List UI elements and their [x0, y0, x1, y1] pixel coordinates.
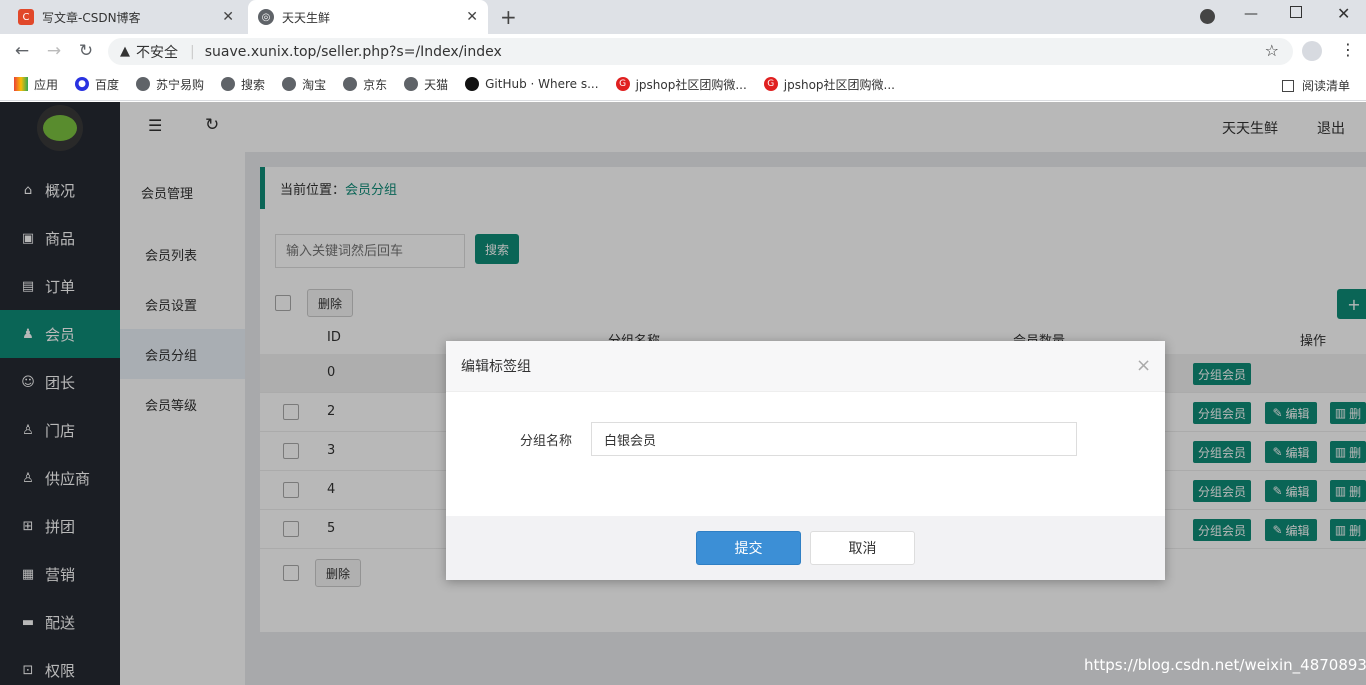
close-tab-icon[interactable]: ✕	[466, 9, 478, 25]
group-name-input[interactable]	[591, 422, 1077, 456]
star-icon[interactable]: ☆	[1265, 41, 1279, 60]
baidu-icon: ●	[75, 77, 90, 91]
bookmark-apps[interactable]: 应用	[14, 76, 58, 93]
watermark: https://blog.csdn.net/weixin_48708934	[1084, 656, 1366, 674]
url-text: suave.xunix.top/seller.php?s=/Index/inde…	[204, 43, 502, 60]
browser-toolbar: ← → ↻ ▲ 不安全 | suave.xunix.top/seller.php…	[0, 34, 1366, 68]
bookmark-suning[interactable]: 苏宁易购	[136, 76, 204, 93]
globe-icon: ◎	[258, 9, 274, 25]
dialog-footer: 提交 取消	[446, 516, 1165, 580]
globe-icon	[136, 77, 151, 91]
avatar[interactable]	[1302, 41, 1322, 61]
back-arrow-icon[interactable]: ←	[8, 34, 36, 68]
close-tab-icon[interactable]: ✕	[222, 9, 234, 25]
jpshop-icon: G	[763, 77, 778, 91]
close-window-icon[interactable]: ✕	[1337, 4, 1350, 23]
profile-menu-icon[interactable]	[1200, 9, 1215, 24]
bookmark-github[interactable]: GitHub · Where s...	[465, 77, 599, 91]
warning-icon: ▲	[120, 44, 130, 59]
browser-tab-bar: C 写文章-CSDN博客 ✕ ◎ 天天生鲜 ✕ + — ✕	[0, 0, 1366, 34]
tab-title: 天天生鲜	[282, 10, 331, 25]
dialog-title: 编辑标签组	[461, 359, 531, 375]
cancel-button[interactable]: 取消	[810, 531, 915, 565]
reload-icon[interactable]: ↻	[72, 34, 100, 68]
tab-title: 写文章-CSDN博客	[42, 10, 141, 25]
dialog-header: 编辑标签组	[446, 341, 1165, 392]
forward-arrow-icon[interactable]: →	[40, 34, 68, 68]
more-vertical-icon[interactable]: ⋮	[1340, 40, 1356, 59]
restore-icon[interactable]	[1290, 6, 1302, 18]
bookmark-jpshop-2[interactable]: Gjpshop社区团购微...	[763, 76, 895, 93]
globe-icon	[221, 77, 236, 91]
bookmark-jpshop-1[interactable]: Gjpshop社区团购微...	[615, 76, 747, 93]
bookmark-taobao[interactable]: 淘宝	[282, 76, 326, 93]
jpshop-icon: G	[615, 77, 630, 91]
globe-icon	[343, 77, 358, 91]
edit-tag-group-dialog: 编辑标签组 × 分组名称 提交 取消	[446, 341, 1165, 580]
minimize-icon[interactable]: —	[1244, 6, 1258, 22]
apps-grid-icon	[14, 77, 28, 91]
bookmark-search[interactable]: 搜索	[221, 76, 265, 93]
globe-icon	[282, 77, 297, 91]
reading-list-icon	[1282, 79, 1294, 92]
divider: |	[190, 43, 195, 60]
bookmark-jd[interactable]: 京东	[343, 76, 387, 93]
browser-tab-active[interactable]: ◎ 天天生鲜 ✕	[248, 0, 488, 34]
close-icon[interactable]: ×	[1136, 355, 1151, 376]
address-bar[interactable]: ▲ 不安全 | suave.xunix.top/seller.php?s=/In…	[108, 38, 1293, 65]
bookmark-tmall[interactable]: 天猫	[404, 76, 448, 93]
new-tab-icon[interactable]: +	[500, 5, 517, 29]
bookmark-baidu[interactable]: ● 百度	[75, 76, 119, 93]
browser-tab-csdn[interactable]: C 写文章-CSDN博客 ✕	[8, 0, 244, 34]
submit-button[interactable]: 提交	[696, 531, 801, 565]
insecure-label: 不安全	[136, 44, 178, 61]
csdn-favicon-icon: C	[18, 9, 34, 25]
reading-list[interactable]: 阅读清单	[1282, 77, 1350, 94]
group-name-label: 分组名称	[520, 434, 573, 449]
globe-icon	[404, 77, 419, 91]
github-icon	[465, 77, 480, 91]
bookmarks-bar: 应用 ● 百度 苏宁易购 搜索 淘宝 京东 天猫 GitHub · Where s…	[0, 68, 1366, 101]
